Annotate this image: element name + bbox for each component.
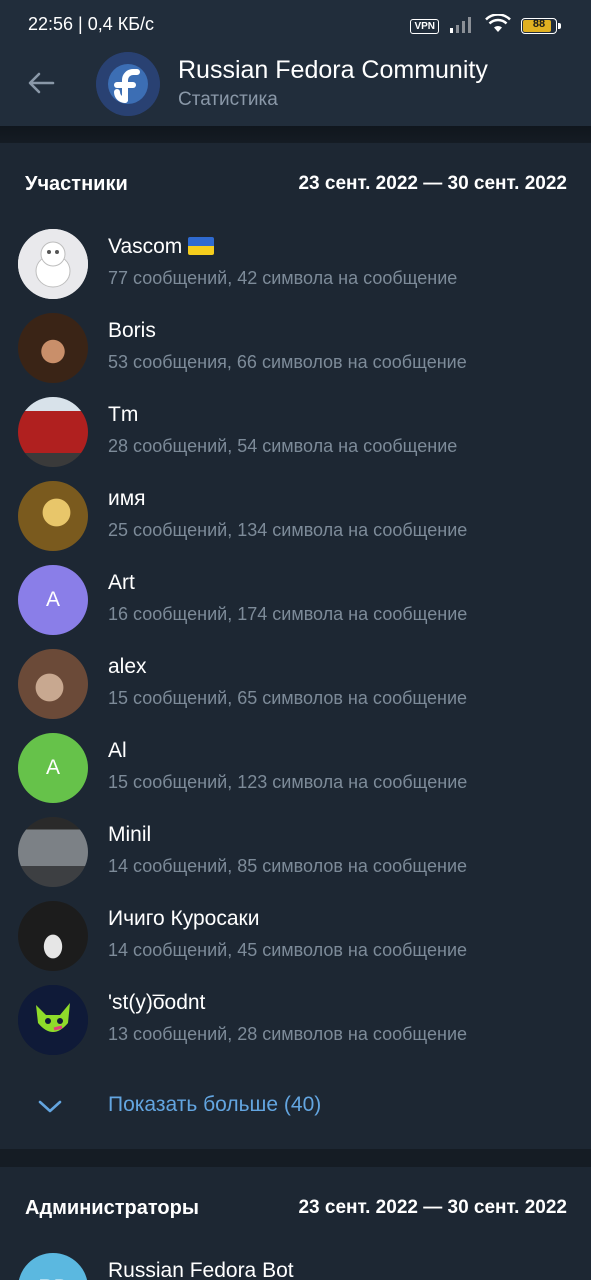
avatar: RB — [18, 1253, 88, 1280]
section-title: Участники — [25, 173, 128, 195]
member-stats: 25 сообщений, 134 символа на сообщение — [108, 520, 468, 540]
avatar-initial: A — [45, 588, 60, 611]
member-name: Russian Fedora Bot — [108, 1259, 294, 1280]
date-range: 23 сент. 2022 — 30 сент. 2022 — [298, 1197, 567, 1218]
list-item[interactable]: A Al 15 сообщений, 123 символа на сообще… — [0, 733, 591, 817]
list-item[interactable]: Boris 53 сообщения, 66 символов на сообщ… — [0, 313, 591, 397]
member-name: 'st(y)o̅odnt — [108, 991, 206, 1014]
member-stats: 15 сообщений, 65 символов на сообщение — [108, 688, 468, 708]
wifi-icon — [485, 12, 511, 39]
list-item[interactable]: 'st(y)o̅odnt 13 сообщений, 28 символов н… — [0, 985, 591, 1069]
list-item[interactable]: Vascom 77 сообщений, 42 символа на сообщ… — [0, 229, 591, 313]
channel-subtitle: Статистика — [178, 89, 278, 110]
list-item[interactable]: alex 15 сообщений, 65 символов на сообще… — [0, 649, 591, 733]
member-name: Art — [108, 571, 135, 594]
avatar-initial: A — [45, 756, 60, 779]
header-shadow — [0, 126, 591, 144]
ukraine-flag-icon — [188, 237, 215, 255]
battery-level: 88 — [532, 18, 546, 30]
battery-icon: 88 — [521, 18, 561, 34]
fedora-logo-icon — [96, 52, 160, 116]
show-more-label: Показать больше (40) — [108, 1093, 322, 1116]
status-icons: VPN 88 — [410, 12, 561, 39]
member-name: Al — [108, 739, 127, 762]
penguin-avatar-icon — [18, 229, 88, 299]
vpn-icon: VPN — [410, 18, 439, 34]
avatar — [18, 397, 88, 467]
member-stats: 13 сообщений, 28 символов на сообщение — [108, 1024, 468, 1044]
member-name: имя — [108, 487, 146, 510]
list-item[interactable]: Ичиго Куросаки 14 сообщений, 45 символов… — [0, 901, 591, 985]
member-name: Ичиго Куросаки — [108, 907, 260, 930]
members-section: Участники 23 сент. 2022 — 30 сент. 2022 … — [0, 143, 591, 1149]
avatar — [18, 649, 88, 719]
member-name: Minil — [108, 823, 152, 846]
member-name: alex — [108, 655, 147, 678]
member-name: Tm — [108, 403, 139, 426]
avatar — [18, 817, 88, 887]
arrow-left-icon — [28, 72, 55, 94]
section-title: Администраторы — [25, 1197, 199, 1219]
channel-title: Russian Fedora Community — [178, 56, 488, 84]
avatar-initial: RB — [38, 1276, 67, 1280]
list-item[interactable]: A Art 16 сообщений, 174 символа на сообщ… — [0, 565, 591, 649]
member-stats: 14 сообщений, 45 символов на сообщение — [108, 940, 468, 960]
member-name: Vascom — [108, 235, 183, 258]
list-item[interactable]: имя 25 сообщений, 134 символа на сообщен… — [0, 481, 591, 565]
avatar — [18, 313, 88, 383]
back-button[interactable] — [22, 66, 60, 100]
member-stats: 14 сообщений, 85 символов на сообщение — [108, 856, 468, 876]
chevron-down-icon — [38, 1100, 62, 1113]
list-item[interactable]: RB Russian Fedora Bot — [0, 1253, 591, 1280]
member-stats: 15 сообщений, 123 символа на сообщение — [108, 772, 468, 792]
avatar: A — [18, 733, 88, 803]
member-name: Boris — [108, 319, 156, 342]
avatar — [18, 229, 88, 299]
signal-icon — [449, 15, 475, 38]
status-bar: 22:56 | 0,4 КБ/с VPN 88 — [0, 0, 591, 52]
avatar — [18, 901, 88, 971]
date-range: 23 сент. 2022 — 30 сент. 2022 — [298, 173, 567, 194]
member-stats: 16 сообщений, 174 символа на сообщение — [108, 604, 468, 624]
show-more-button[interactable]: Показать больше (40) — [0, 1083, 591, 1133]
green-creature-avatar-icon — [18, 985, 88, 1055]
avatar — [18, 985, 88, 1055]
list-item[interactable]: Minil 14 сообщений, 85 символов на сообщ… — [0, 817, 591, 901]
avatar — [18, 481, 88, 551]
avatar: A — [18, 565, 88, 635]
channel-avatar[interactable] — [96, 52, 160, 116]
admins-section: Администраторы 23 сент. 2022 — 30 сент. … — [0, 1167, 591, 1280]
member-stats: 53 сообщения, 66 символов на сообщение — [108, 352, 467, 372]
app-header: Russian Fedora Community Статистика — [0, 52, 591, 126]
member-stats: 28 сообщений, 54 символа на сообщение — [108, 436, 458, 456]
status-time: 22:56 | 0,4 КБ/с — [28, 14, 155, 34]
member-stats: 77 сообщений, 42 символа на сообщение — [108, 268, 458, 288]
list-item[interactable]: Tm 28 сообщений, 54 символа на сообщение — [0, 397, 591, 481]
